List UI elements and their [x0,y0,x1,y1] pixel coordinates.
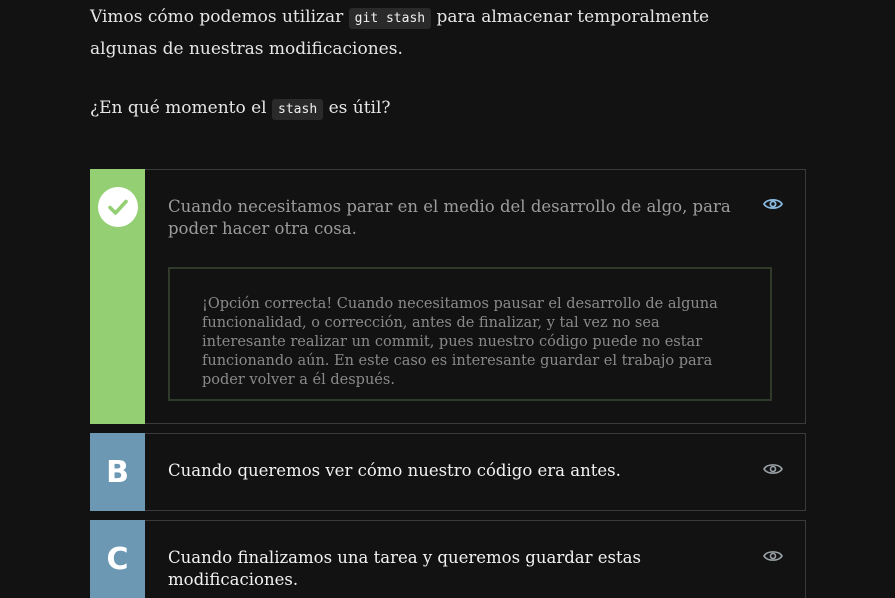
option-marker-correct [90,169,145,424]
question-text-part: ¿En qué momento el [90,98,273,118]
check-icon [97,187,138,227]
option-text: Cuando queremos ver cómo nuestro código … [168,461,621,480]
option-letter: C [106,542,129,577]
eye-icon[interactable] [763,548,783,562]
option-text: Cuando necesitamos parar en el medio del… [168,197,731,238]
option-marker: B [90,433,145,511]
eye-icon[interactable] [762,196,784,210]
intro-text: Vimos cómo podemos utilizar [90,7,349,27]
feedback-box: ¡Opción correcta! Cuando necesitamos pau… [168,267,772,401]
question-text: ¿En qué momento el stash es útil? [90,93,730,125]
option-c[interactable]: C Cuando finalizamos una tarea y queremo… [90,520,806,598]
inline-code: git stash [348,8,432,29]
option-letter: B [106,454,129,490]
option-b[interactable]: B Cuando queremos ver cómo nuestro códig… [90,433,806,511]
option-marker: C [90,520,145,598]
intro-paragraph: Vimos cómo podemos utilizar git stash pa… [90,2,730,65]
option-a[interactable]: Cuando necesitamos parar en el medio del… [90,169,806,424]
eye-icon[interactable] [763,461,783,475]
option-text: Cuando finalizamos una tarea y queremos … [168,548,641,589]
inline-code: stash [272,99,324,120]
question-text-part: es útil? [323,98,391,118]
question-intro: Vimos cómo podemos utilizar git stash pa… [90,2,730,125]
